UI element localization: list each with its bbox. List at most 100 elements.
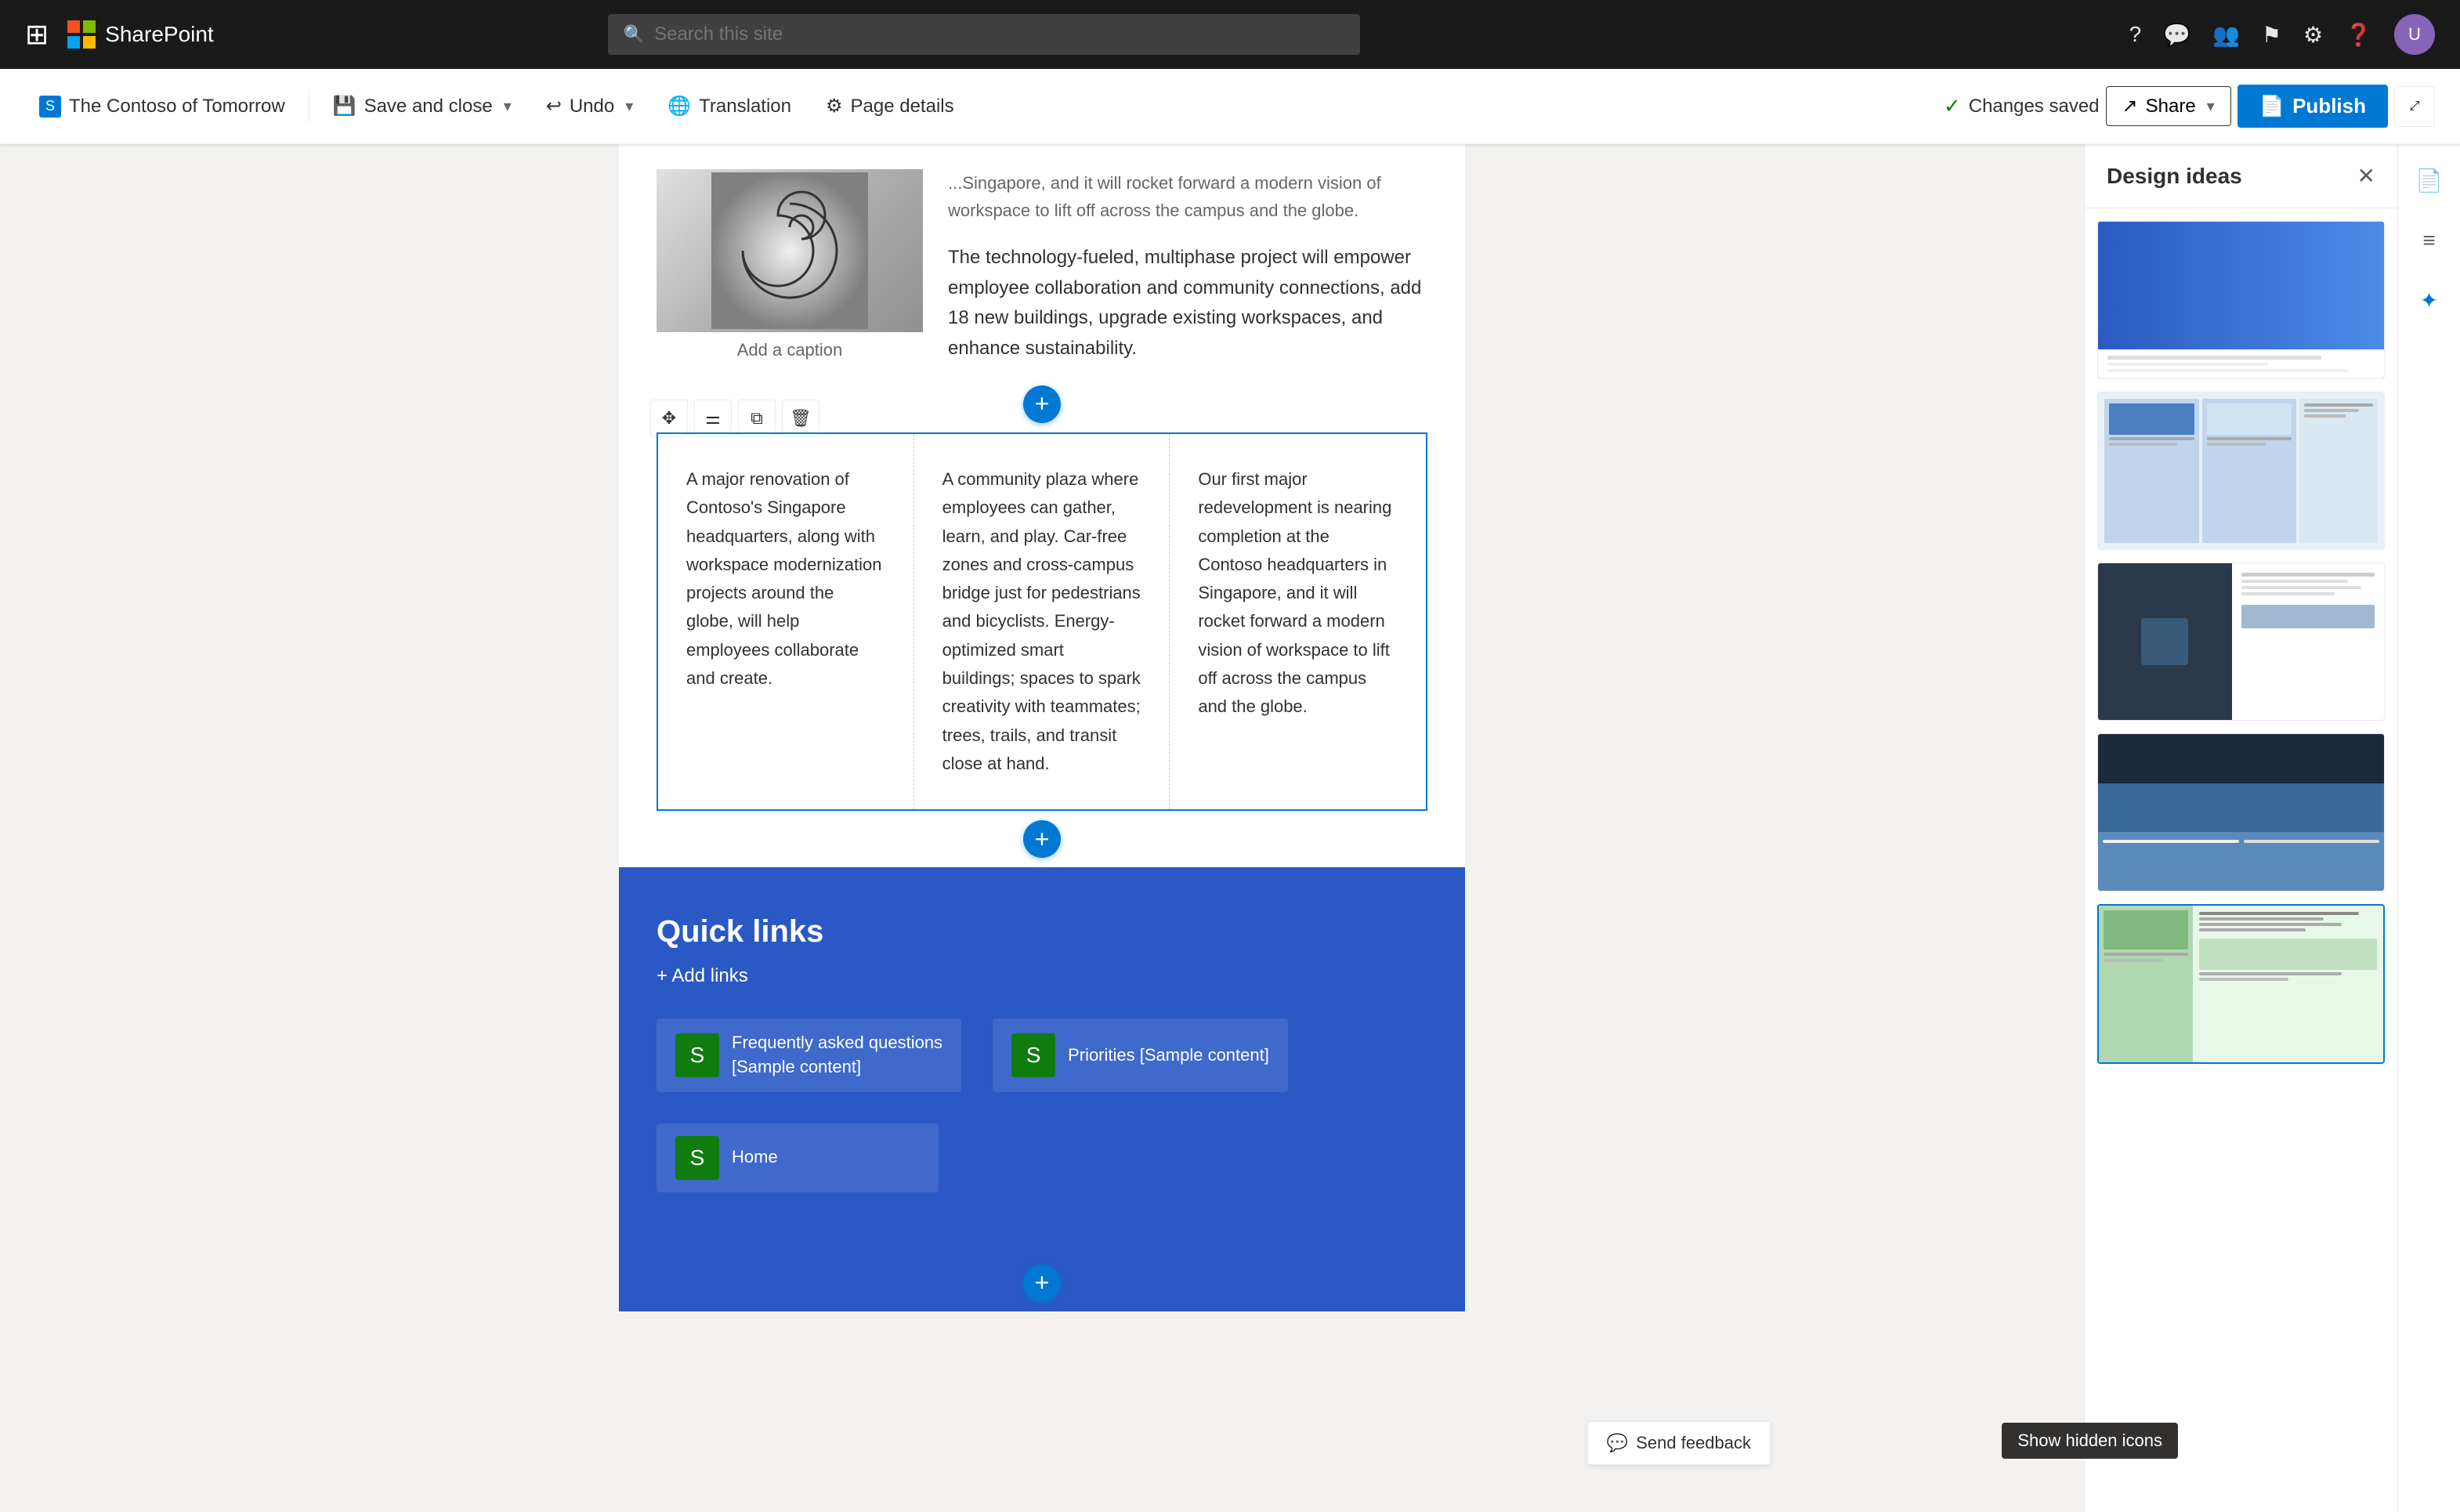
main-container: Add a caption ...Singapore, and it will … [0,144,2460,1512]
add-circle-icon-middle: + [1023,820,1061,858]
settings-icon[interactable]: ⚙ [2303,22,2323,48]
design-idea-card-5[interactable] [2097,904,2385,1064]
translation-button[interactable]: 🌐 Translation [653,87,805,125]
col-1-text: A major renovation of Contoso's Singapor… [686,465,885,693]
quick-link-home[interactable]: S Home [657,1123,939,1192]
add-circle-icon: + [1023,385,1061,423]
flag-icon[interactable]: ⚑ [2262,22,2281,48]
share-dropdown-chevron[interactable]: ▾ [2207,96,2215,116]
page-content: Add a caption ...Singapore, and it will … [619,144,1465,1311]
design-ideas-header: Design ideas ✕ [2085,144,2397,208]
home-label: Home [732,1145,778,1170]
design-idea-card-1[interactable] [2097,221,2385,379]
quick-link-priorities[interactable]: S Priorities [Sample content] [993,1018,1288,1092]
design-ideas-panel: Design ideas ✕ [2084,144,2397,1512]
di-card-3-preview [2098,563,2384,720]
design-ideas-title: Design ideas [2107,164,2242,189]
three-col-section: A major renovation of Contoso's Singapor… [657,432,1427,811]
copy-section-button[interactable]: ⧉ [738,400,776,437]
avatar[interactable]: U [2394,14,2435,55]
sidebar-filter-icon[interactable]: ≡ [2415,220,2443,261]
page-details-button[interactable]: ⚙ Page details [812,87,968,125]
add-section-button-bottom[interactable]: + [619,1255,1465,1311]
add-links-button[interactable]: + Add links [657,965,1427,987]
delete-section-button[interactable]: 🗑 [782,400,819,437]
share-icon: ↗ [2122,95,2138,118]
checkmark-icon: ✓ [1944,94,1961,118]
priorities-icon: S [1011,1033,1055,1077]
add-circle-icon-bottom: + [1023,1264,1061,1302]
save-and-close-button[interactable]: 💾 Save and close ▾ [319,87,526,125]
design-ideas-close-button[interactable]: ✕ [2357,163,2375,189]
col-2-text: A community plaza where employees can ga… [942,465,1141,778]
article-image [657,169,923,332]
apps-icon[interactable]: ⊞ [25,18,49,51]
di-card-2-preview [2098,392,2384,549]
design-idea-card-3[interactable] [2097,562,2385,721]
publish-icon: 📄 [2259,94,2285,118]
page-details-icon: ⚙ [826,95,843,118]
three-cols-grid: A major renovation of Contoso's Singapor… [658,434,1426,809]
quick-links-section: Quick links + Add links S Frequently ask… [619,867,1465,1255]
translation-icon: 🌐 [667,95,691,118]
design-idea-card-2[interactable] [2097,392,2385,550]
intro-text-container: ...Singapore, and it will rocket forward… [948,169,1427,364]
settings-section-button[interactable]: ⚌ [694,400,732,437]
di-card-1-preview [2098,222,2384,378]
spiral-image [657,169,923,332]
publish-button[interactable]: 📄 Publish [2238,85,2388,128]
image-caption[interactable]: Add a caption [657,332,923,360]
site-label[interactable]: S The Contoso of Tomorrow [25,88,299,125]
edit-toolbar: S The Contoso of Tomorrow 💾 Save and clo… [0,69,2460,144]
save-icon: 💾 [333,95,356,118]
collapse-icon: ⤢ [2410,99,2420,114]
move-section-button[interactable]: ✥ [650,400,688,437]
page-editor[interactable]: Add a caption ...Singapore, and it will … [0,144,2084,1512]
help-icon[interactable]: ? [2129,22,2142,47]
undo-icon: ↩ [546,95,562,118]
home-icon: S [675,1136,719,1180]
priorities-label: Priorities [Sample content] [1068,1044,1269,1068]
undo-dropdown-chevron[interactable]: ▾ [625,96,633,116]
search-bar[interactable]: 🔍 [608,14,1360,55]
design-ideas-content[interactable] [2085,208,2397,1512]
right-sidebar: 📄 ≡ ✦ [2397,144,2460,1512]
people-icon[interactable]: 👥 [2212,22,2240,48]
microsoft-logo: SharePoint [67,20,214,49]
show-hidden-icons-tooltip: Show hidden icons [2002,1423,2178,1459]
intro-text-main[interactable]: The technology-fueled, multiphase projec… [948,243,1427,364]
nav-icons-group: ? 💬 👥 ⚑ ⚙ ❓ U [2129,14,2435,55]
spiral-svg [711,172,868,329]
col-3-text: Our first major redevelopment is nearing… [1198,465,1398,722]
undo-button[interactable]: ↩ Undo ▾ [532,87,648,125]
quick-links-title: Quick links [657,914,1427,950]
di-card-5-preview [2099,906,2383,1062]
search-icon: 🔍 [624,24,645,45]
column-1[interactable]: A major renovation of Contoso's Singapor… [658,434,914,809]
quick-links-grid: S Frequently asked questions[Sample cont… [657,1018,1427,1192]
image-container: Add a caption [657,169,923,364]
feedback-icon: 💬 [1607,1433,1628,1453]
question-icon[interactable]: ❓ [2345,22,2372,48]
send-feedback-button[interactable]: 💬 Send feedback [1587,1421,1771,1465]
site-icon: S [39,96,61,118]
sidebar-page-icon[interactable]: 📄 [2408,160,2451,201]
changes-saved-indicator: ✓ Changes saved [1944,94,2100,118]
three-col-wrapper: ✥ ⚌ ⧉ 🗑 A major renovation of Contoso's … [638,432,1446,811]
send-feedback-label: Send feedback [1636,1433,1751,1453]
sidebar-sparkle-icon[interactable]: ✦ [2412,280,2446,321]
app-name: SharePoint [105,22,214,47]
column-3[interactable]: Our first major redevelopment is nearing… [1170,434,1426,809]
chat-icon[interactable]: 💬 [2163,22,2190,48]
share-button[interactable]: ↗ Share ▾ [2106,86,2231,126]
quick-link-faq[interactable]: S Frequently asked questions[Sample cont… [657,1018,961,1092]
collapse-button[interactable]: ⤢ [2394,86,2435,127]
top-navigation: ⊞ SharePoint 🔍 ? 💬 👥 ⚑ ⚙ ❓ U [0,0,2460,69]
faq-label: Frequently asked questions[Sample conten… [732,1031,942,1080]
search-input[interactable] [654,24,1344,45]
save-dropdown-chevron[interactable]: ▾ [504,96,512,116]
add-section-button-middle[interactable]: + [619,811,1465,867]
design-idea-card-4[interactable] [2097,733,2385,892]
column-2[interactable]: A community plaza where employees can ga… [914,434,1170,809]
faq-icon: S [675,1033,719,1077]
